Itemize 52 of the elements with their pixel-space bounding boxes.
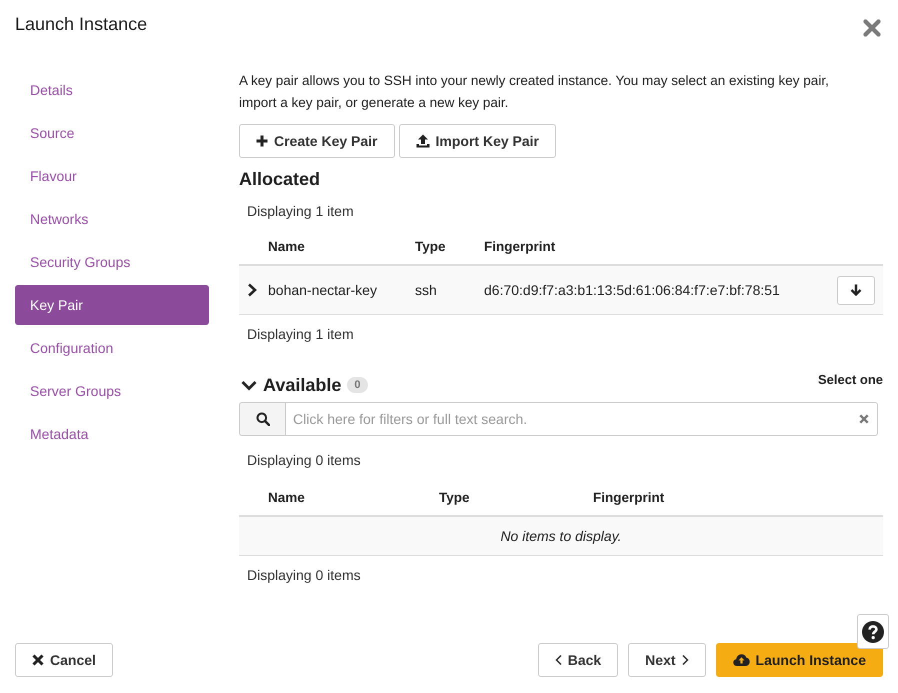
section-heading: Available	[263, 374, 342, 396]
chevron-left-icon	[554, 655, 562, 665]
table-cell-text: ssh	[415, 282, 438, 298]
create-key-pair-button[interactable]: Create Key Pair	[239, 124, 395, 158]
back-button[interactable]: Back	[538, 643, 618, 677]
sidebar-item[interactable]: Configuration	[15, 328, 209, 368]
column-header: Name	[268, 238, 306, 254]
column-header: Name	[268, 490, 306, 504]
dialog-title: Launch Instance	[15, 14, 148, 34]
import-key-pair-button[interactable]: Import Key Pair	[398, 124, 556, 158]
item-count: Displaying 0 items	[246, 451, 362, 470]
sidebar-item[interactable]: Key Pair	[15, 285, 209, 325]
table-cell-text: bohan-nectar-key	[268, 282, 378, 298]
close-icon	[32, 654, 44, 666]
item-count: Displaying 1 item	[246, 325, 355, 344]
sidebar-item[interactable]: Security Groups	[15, 242, 209, 282]
clear-icon[interactable]	[859, 414, 869, 424]
table-cell-text: d6:70:d9:f7:a3:b1:13:5d:61:06:84:f7:e7:bf:78:51	[484, 282, 781, 298]
search-button[interactable]	[239, 402, 285, 436]
sidebar-item[interactable]: Server Groups	[15, 371, 209, 411]
search-field[interactable]: Click here for filters or full text search.	[285, 402, 878, 436]
count-badge: 0	[347, 377, 368, 393]
cancel-button[interactable]: Cancel	[15, 643, 113, 677]
item-count: Displaying 0 items	[246, 566, 362, 585]
close-icon[interactable]	[863, 19, 881, 37]
section-heading: Allocated	[239, 168, 322, 191]
sidebar-item[interactable]: Source	[15, 113, 209, 153]
chevron-down-icon[interactable]	[241, 380, 257, 390]
sidebar-item[interactable]: Metadata	[15, 414, 209, 454]
sidebar-item[interactable]: Details	[15, 70, 209, 110]
chevron-right-icon	[682, 655, 689, 665]
move-down-button[interactable]	[837, 276, 875, 304]
sidebar-item[interactable]: Flavour	[15, 156, 209, 196]
empty-message: No items to display.	[500, 528, 622, 544]
chevron-right-icon[interactable]	[247, 283, 257, 297]
arrow-down-icon	[850, 284, 862, 296]
launch-button[interactable]: Launch Instance	[716, 643, 883, 677]
sidebar-item[interactable]: Networks	[15, 199, 209, 239]
column-header: Fingerprint	[484, 238, 556, 254]
hint-text: Select one	[818, 372, 883, 387]
plus-icon	[256, 135, 268, 147]
help-icon	[862, 620, 884, 642]
upload-icon	[416, 134, 430, 148]
next-button[interactable]: Next	[628, 643, 706, 677]
item-count: Displaying 1 item	[246, 202, 355, 221]
description-text: A key pair allows you to SSH into your newly created instance. You may select an existing key pair, import a key pair, or generate a new key pair.	[239, 72, 830, 112]
column-header: Type	[439, 490, 471, 504]
column-header: Type	[415, 238, 447, 254]
help-button[interactable]	[857, 614, 889, 649]
cloud-upload-icon	[732, 653, 750, 667]
column-header: Fingerprint	[593, 490, 666, 504]
search-icon	[256, 412, 270, 426]
